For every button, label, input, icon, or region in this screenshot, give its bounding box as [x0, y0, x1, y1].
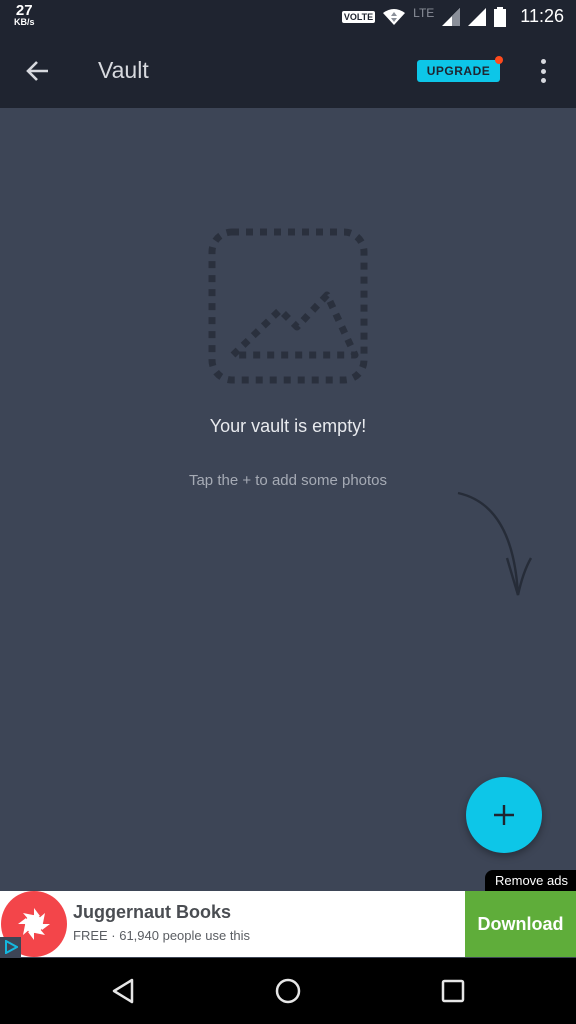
- signal-icon: [468, 7, 487, 26]
- plus-icon: [494, 805, 514, 825]
- arrow-left-icon: [26, 61, 48, 81]
- adchoices-icon[interactable]: [0, 937, 21, 957]
- remove-ads-button[interactable]: Remove ads: [485, 870, 576, 892]
- add-photo-button[interactable]: [466, 777, 542, 853]
- status-bar: 27 KB/s VOLTE LTE 11:26: [0, 0, 576, 33]
- empty-state-title: Your vault is empty!: [209, 416, 367, 436]
- more-vertical-icon: [540, 59, 546, 64]
- image-placeholder-icon: [208, 228, 368, 384]
- nav-recents-icon[interactable]: [438, 976, 468, 1006]
- upgrade-label: UPGRADE: [426, 64, 491, 78]
- ad-banner[interactable]: Juggernaut Books FREE · 61,940 people us…: [0, 891, 576, 957]
- battery-icon: [494, 6, 507, 27]
- lte-label: LTE: [413, 5, 435, 20]
- nav-home-icon[interactable]: [273, 976, 303, 1006]
- page-title: Vault: [98, 57, 149, 83]
- ad-download-button[interactable]: Download: [465, 891, 576, 957]
- more-options-button[interactable]: [532, 57, 554, 85]
- network-speed-value: 27: [15, 2, 33, 19]
- curved-arrow-icon: [457, 491, 533, 596]
- nav-back-icon[interactable]: [108, 976, 138, 1006]
- clock: 11:26: [520, 6, 564, 26]
- pinwheel-icon: [18, 908, 50, 940]
- ad-subtitle: FREE · 61,940 people use this: [73, 928, 251, 943]
- status-icons: VOLTE LTE 11:26: [341, 0, 564, 33]
- volte-badge: VOLTE: [341, 10, 376, 23]
- system-nav-bar: [0, 958, 576, 1024]
- ad-app-name: Juggernaut Books: [73, 902, 232, 922]
- network-speed-unit: KB/s: [14, 17, 35, 27]
- empty-state-subtitle: Tap the + to add some photos: [188, 472, 388, 489]
- back-button[interactable]: [22, 55, 54, 87]
- signal-icon: [442, 7, 461, 26]
- upgrade-button[interactable]: UPGRADE: [417, 56, 503, 82]
- wifi-icon: [383, 8, 406, 25]
- app-bar: Vault UPGRADE: [0, 33, 576, 108]
- network-speed: 27 KB/s: [14, 3, 35, 27]
- notification-dot: [495, 56, 503, 64]
